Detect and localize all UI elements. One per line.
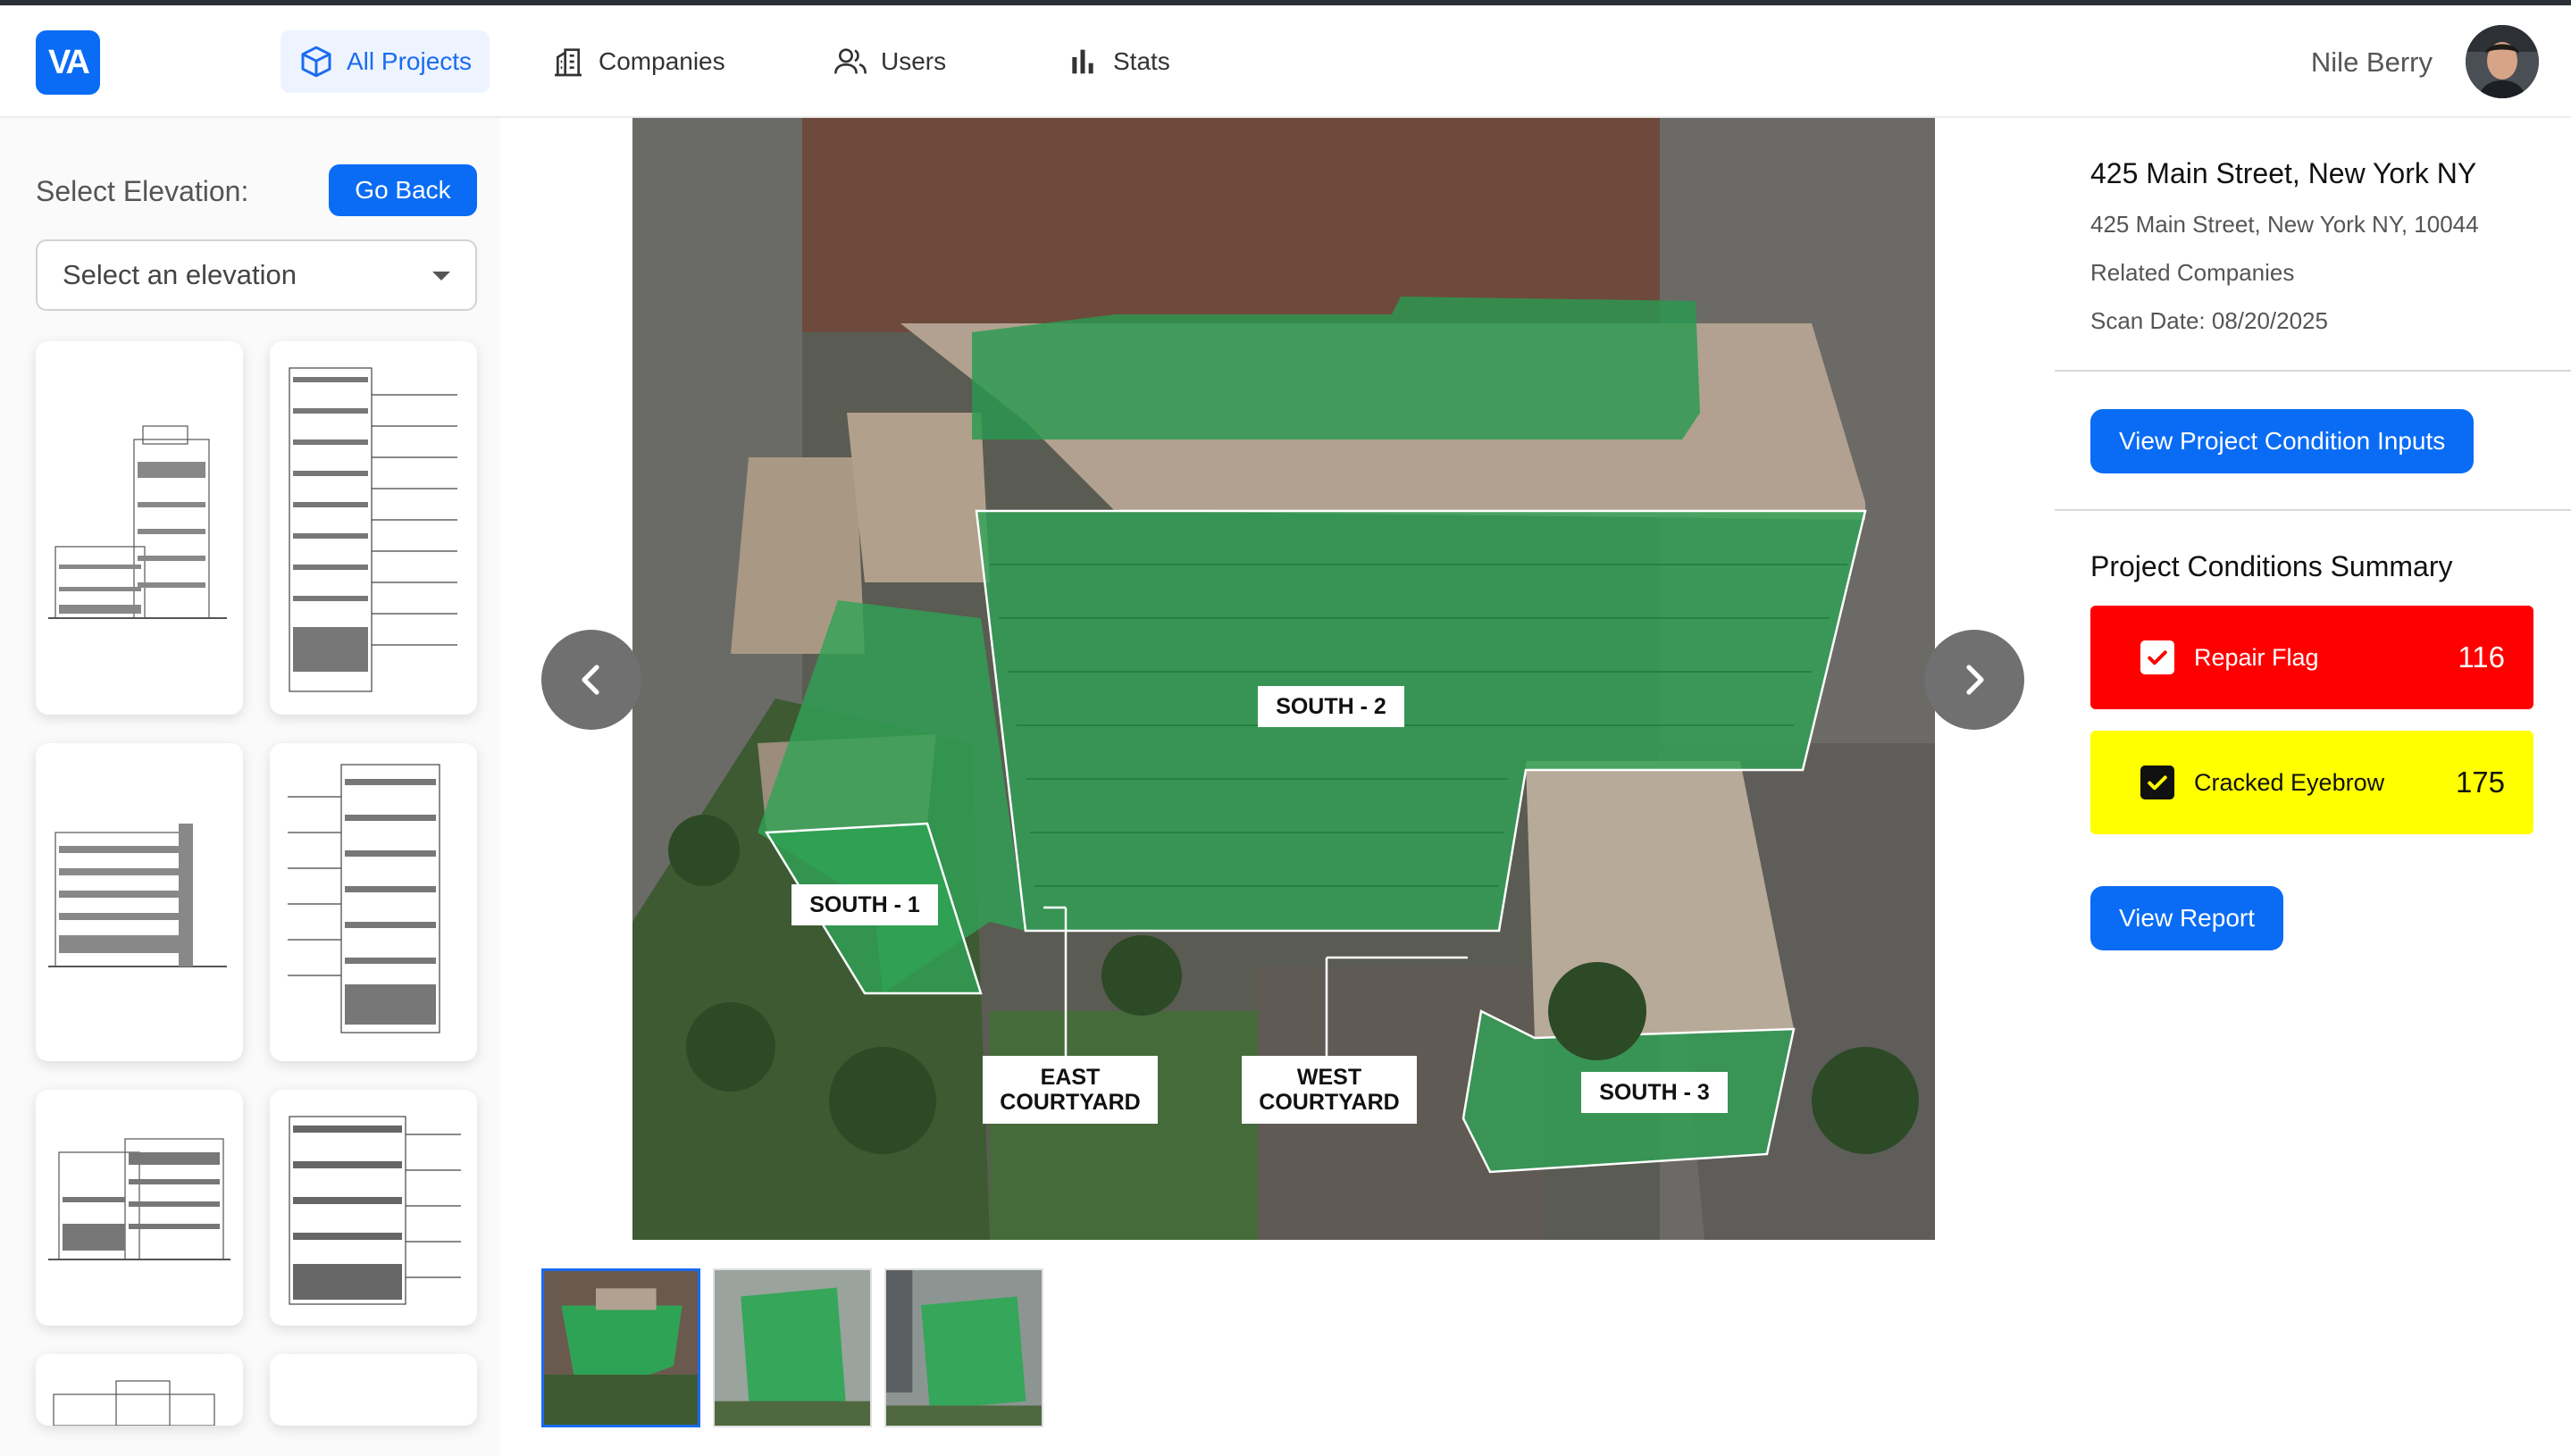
elevation-drawing bbox=[48, 824, 227, 967]
drone-image-viewer[interactable]: SOUTH - 2 SOUTH - 1 SOUTH - 3 EAST COURT… bbox=[632, 118, 1935, 1240]
project-details-panel: 425 Main Street, New York NY 425 Main St… bbox=[2055, 118, 2571, 1456]
view-report-button[interactable]: View Report bbox=[2090, 886, 2284, 950]
image-thumbnail-2[interactable] bbox=[713, 1268, 872, 1427]
previous-image-button[interactable] bbox=[541, 630, 641, 730]
scan-date: Scan Date: 08/20/2025 bbox=[2090, 307, 2328, 334]
elevation-thumbnail[interactable] bbox=[270, 341, 477, 715]
image-thumbnail-1[interactable] bbox=[541, 1268, 700, 1427]
elevation-label-south-1[interactable]: SOUTH - 1 bbox=[791, 884, 938, 925]
elevation-drawing bbox=[289, 1116, 461, 1305]
nav-users-label: Users bbox=[881, 47, 947, 75]
condition-name: Cracked Eyebrow bbox=[2194, 768, 2385, 796]
elevation-label-east-courtyard[interactable]: EAST COURTYARD bbox=[983, 1056, 1158, 1124]
elevation-thumbnail[interactable] bbox=[36, 1090, 243, 1326]
elevation-thumbnail[interactable] bbox=[270, 743, 477, 1061]
condition-row-repair-flag[interactable]: Repair Flag 116 bbox=[2090, 606, 2533, 709]
nav-stats[interactable]: Stats bbox=[1047, 30, 1188, 93]
avatar[interactable] bbox=[2466, 25, 2539, 98]
aerial-thumbnail-image bbox=[715, 1270, 870, 1426]
view-condition-inputs-button[interactable]: View Project Condition Inputs bbox=[2090, 409, 2475, 473]
project-title: 425 Main Street, New York NY bbox=[2090, 157, 2477, 189]
app-logo[interactable]: VA bbox=[36, 30, 100, 95]
elevation-drawing bbox=[48, 425, 227, 619]
image-thumbnail-3[interactable] bbox=[884, 1268, 1043, 1427]
user-name: Nile Berry bbox=[2310, 46, 2433, 78]
west-courtyard-line-1: WEST bbox=[1296, 1065, 1362, 1090]
check-icon bbox=[2148, 775, 2167, 791]
nav-users[interactable]: Users bbox=[815, 30, 964, 93]
related-companies: Related Companies bbox=[2090, 259, 2295, 286]
project-address: 425 Main Street, New York NY, 10044 bbox=[2090, 211, 2479, 238]
checkbox[interactable] bbox=[2140, 766, 2174, 799]
elevation-label-south-3[interactable]: SOUTH - 3 bbox=[1581, 1072, 1728, 1113]
next-image-button[interactable] bbox=[1924, 630, 2024, 730]
elevation-label-west-courtyard[interactable]: WEST COURTYARD bbox=[1242, 1056, 1417, 1124]
elevation-thumbnail[interactable] bbox=[36, 1354, 243, 1426]
east-courtyard-line-2: COURTYARD bbox=[1000, 1090, 1141, 1115]
west-courtyard-line-2: COURTYARD bbox=[1259, 1090, 1400, 1115]
chevron-right-icon bbox=[1966, 665, 1984, 695]
checkbox[interactable] bbox=[2140, 640, 2174, 674]
elevation-drawing bbox=[53, 1380, 215, 1426]
elevation-select-value: Select an elevation bbox=[63, 259, 297, 290]
condition-count: 175 bbox=[2455, 766, 2505, 799]
building-icon bbox=[555, 48, 582, 77]
aerial-thumbnail-image bbox=[886, 1270, 1042, 1426]
east-courtyard-line-1: EAST bbox=[1040, 1065, 1101, 1090]
check-icon bbox=[2148, 650, 2167, 665]
divider bbox=[2055, 509, 2571, 511]
avatar-photo bbox=[2466, 25, 2539, 98]
conditions-summary-title: Project Conditions Summary bbox=[2090, 550, 2453, 582]
elevation-panel: Select Elevation: Go Back Select an elev… bbox=[0, 118, 500, 1456]
aerial-thumbnail-image bbox=[544, 1271, 698, 1425]
users-icon bbox=[834, 48, 867, 74]
nav-companies-label: Companies bbox=[599, 47, 725, 75]
elevation-label-south-2[interactable]: SOUTH - 2 bbox=[1258, 686, 1404, 727]
condition-count: 116 bbox=[2458, 640, 2505, 674]
elevation-thumbnail[interactable] bbox=[270, 1354, 477, 1426]
select-elevation-label: Select Elevation: bbox=[36, 175, 249, 207]
nav-all-projects[interactable]: All Projects bbox=[281, 30, 490, 93]
elevation-drawing bbox=[288, 764, 440, 1033]
bar-chart-icon bbox=[1072, 49, 1093, 74]
elevation-thumbnail[interactable] bbox=[36, 341, 243, 715]
nav-all-projects-label: All Projects bbox=[347, 47, 473, 75]
elevation-select[interactable]: Select an elevation bbox=[36, 239, 477, 311]
condition-row-cracked-eyebrow[interactable]: Cracked Eyebrow 175 bbox=[2090, 731, 2533, 834]
elevation-drawing bbox=[289, 367, 457, 692]
chevron-left-icon bbox=[582, 665, 599, 695]
elevation-thumbnail[interactable] bbox=[270, 1090, 477, 1326]
cube-icon bbox=[301, 46, 331, 78]
condition-name: Repair Flag bbox=[2194, 643, 2319, 671]
nav-companies[interactable]: Companies bbox=[532, 30, 743, 93]
top-navigation-bar: VA All Projects Companies Users Stats Ni… bbox=[0, 5, 2571, 118]
elevation-thumbnail[interactable] bbox=[36, 743, 243, 1061]
elevation-drawing bbox=[48, 1138, 230, 1260]
go-back-button[interactable]: Go Back bbox=[329, 164, 477, 216]
nav-stats-label: Stats bbox=[1113, 47, 1170, 75]
caret-down-icon bbox=[432, 272, 450, 280]
divider bbox=[2055, 370, 2571, 372]
